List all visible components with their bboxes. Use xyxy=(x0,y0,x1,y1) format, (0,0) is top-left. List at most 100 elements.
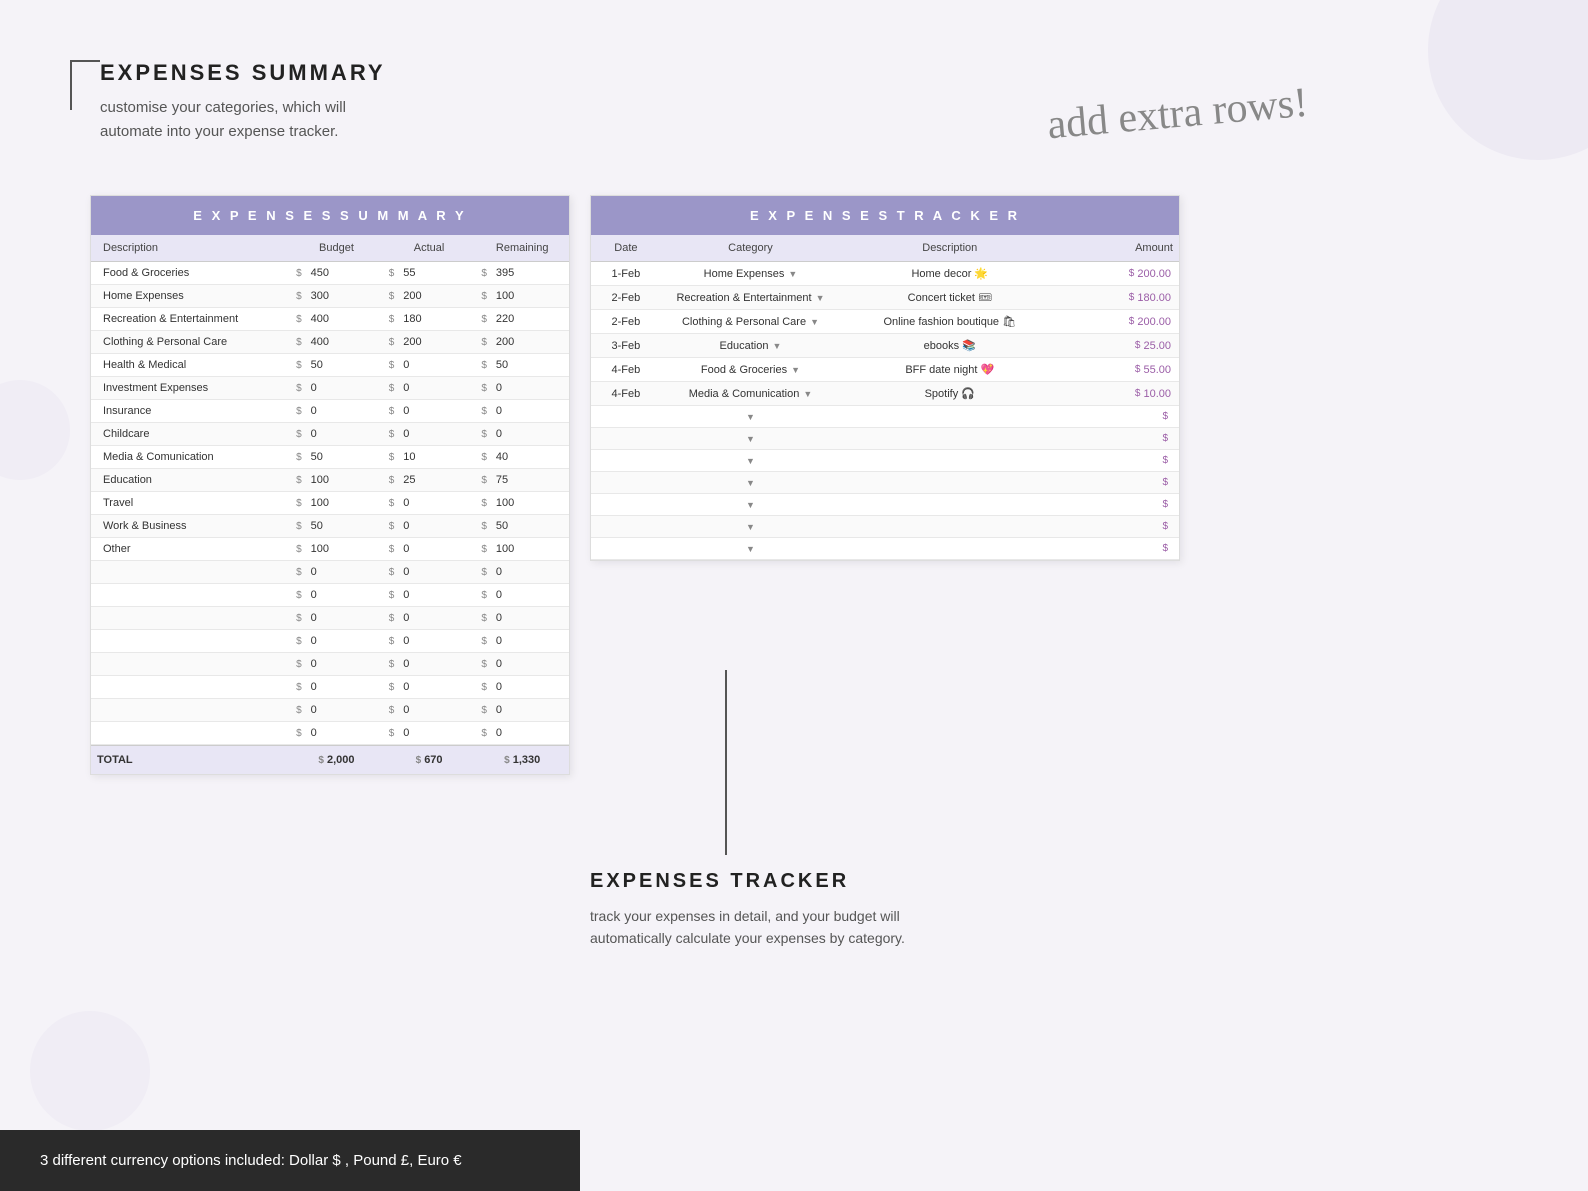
summary-cell-desc xyxy=(91,728,290,738)
table-row: 1-Feb Home Expenses ▼ Home decor 🌟 $ 200… xyxy=(591,262,1179,286)
table-row: Food & Groceries $450 $55 $395 xyxy=(91,262,569,285)
dropdown-arrow[interactable]: ▼ xyxy=(816,293,825,303)
tracker-cell-category: ▼ xyxy=(661,473,840,493)
tracker-cell-date xyxy=(591,434,661,444)
summary-cell-actual: $0 xyxy=(383,607,476,629)
summary-cell-desc: Home Expenses xyxy=(91,285,290,307)
summary-cell-actual: $0 xyxy=(383,538,476,560)
table-row: $0 $0 $0 xyxy=(91,607,569,630)
summary-cell-actual: $0 xyxy=(383,676,476,698)
summary-cell-remaining: $0 xyxy=(475,561,569,583)
dropdown-arrow[interactable]: ▼ xyxy=(810,317,819,327)
summary-cell-desc xyxy=(91,705,290,715)
bottom-bar: 3 different currency options included: D… xyxy=(0,1130,580,1191)
summary-cell-actual: $0 xyxy=(383,423,476,445)
summary-cell-budget: $300 xyxy=(290,285,383,307)
summary-cell-budget: $100 xyxy=(290,492,383,514)
tracker-cell-category: Food & Groceries ▼ xyxy=(661,359,840,381)
summary-cell-budget: $450 xyxy=(290,262,383,284)
summary-cell-remaining: $395 xyxy=(475,262,569,284)
tracker-cell-description: BFF date night 💖 xyxy=(840,358,1059,381)
total-budget: $ 2,000 xyxy=(290,746,383,774)
tracker-cell-amount: $ 55.00 xyxy=(1059,359,1179,381)
tracker-cell-category: ▼ xyxy=(661,451,840,471)
table-row: ▼ $ xyxy=(591,494,1179,516)
summary-cell-budget: $0 xyxy=(290,607,383,629)
page-title: EXPENSES SUMMARY xyxy=(100,60,386,86)
total-row: TOTAL $ 2,000 $ 670 $ 1,330 xyxy=(91,745,569,774)
bg-circle-top-right xyxy=(1428,0,1588,160)
tracker-cell-amount: $ xyxy=(1059,406,1179,427)
summary-cell-budget: $50 xyxy=(290,354,383,376)
tracker-cell-category: Clothing & Personal Care ▼ xyxy=(661,311,840,333)
table-row: $0 $0 $0 xyxy=(91,653,569,676)
table-row: 4-Feb Food & Groceries ▼ BFF date night … xyxy=(591,358,1179,382)
summary-cell-desc: Recreation & Entertainment xyxy=(91,308,290,330)
summary-cell-desc: Education xyxy=(91,469,290,491)
tracker-cell-description xyxy=(840,522,1059,532)
summary-cell-budget: $50 xyxy=(290,515,383,537)
summary-cell-remaining: $0 xyxy=(475,653,569,675)
tracker-cell-date: 2-Feb xyxy=(591,311,661,333)
tracker-cell-description xyxy=(840,500,1059,510)
summary-rows: Food & Groceries $450 $55 $395 Home Expe… xyxy=(91,262,569,745)
dropdown-arrow[interactable]: ▼ xyxy=(788,269,797,279)
tracker-cell-description xyxy=(840,456,1059,466)
summary-cell-remaining: $0 xyxy=(475,584,569,606)
table-row: ▼ $ xyxy=(591,538,1179,560)
summary-cell-budget: $0 xyxy=(290,722,383,744)
table-row: Other $100 $0 $100 xyxy=(91,538,569,561)
summary-cell-remaining: $50 xyxy=(475,515,569,537)
total-actual: $ 670 xyxy=(383,746,476,774)
tracker-cell-date xyxy=(591,456,661,466)
table-row: Media & Comunication $50 $10 $40 xyxy=(91,446,569,469)
tracker-cell-amount: $ xyxy=(1059,428,1179,449)
tracker-rows: 1-Feb Home Expenses ▼ Home decor 🌟 $ 200… xyxy=(591,262,1179,560)
tracker-cell-category: ▼ xyxy=(661,517,840,537)
tracker-cell-amount: $ xyxy=(1059,494,1179,515)
summary-cell-desc xyxy=(91,567,290,577)
dropdown-arrow[interactable]: ▼ xyxy=(803,389,812,399)
tracker-col-header-amount: Amount xyxy=(1059,235,1179,261)
summary-cell-desc: Clothing & Personal Care xyxy=(91,331,290,353)
tracker-cell-date: 4-Feb xyxy=(591,359,661,381)
tracker-cell-description: Home decor 🌟 xyxy=(840,262,1059,285)
tracker-col-header-category: Category xyxy=(661,235,840,261)
tracker-cell-amount: $ xyxy=(1059,450,1179,471)
tracker-cell-amount: $ 200.00 xyxy=(1059,263,1179,285)
col-header-actual: Actual xyxy=(383,235,476,261)
summary-cell-budget: $100 xyxy=(290,538,383,560)
dropdown-arrow[interactable]: ▼ xyxy=(791,365,800,375)
table-row: $0 $0 $0 xyxy=(91,676,569,699)
col-header-budget: Budget xyxy=(290,235,383,261)
summary-cell-remaining: $0 xyxy=(475,400,569,422)
tracker-cell-amount: $ xyxy=(1059,516,1179,537)
tracker-col-headers: Date Category Description Amount xyxy=(591,235,1179,262)
bg-circle-bottom-left xyxy=(30,1011,150,1131)
tracker-cell-amount: $ 180.00 xyxy=(1059,287,1179,309)
table-row: Home Expenses $300 $200 $100 xyxy=(91,285,569,308)
summary-cell-actual: $0 xyxy=(383,584,476,606)
total-remaining: $ 1,330 xyxy=(475,746,569,774)
summary-cell-actual: $0 xyxy=(383,377,476,399)
tracker-cell-description xyxy=(840,412,1059,422)
summary-cell-budget: $0 xyxy=(290,630,383,652)
summary-cell-budget: $0 xyxy=(290,400,383,422)
tracker-cell-category: Home Expenses ▼ xyxy=(661,263,840,285)
table-row: ▼ $ xyxy=(591,428,1179,450)
table-row: 3-Feb Education ▼ ebooks 📚 $ 25.00 xyxy=(591,334,1179,358)
dropdown-arrow[interactable]: ▼ xyxy=(772,341,781,351)
tracker-cell-description xyxy=(840,434,1059,444)
table-row: Recreation & Entertainment $400 $180 $22… xyxy=(91,308,569,331)
total-label: TOTAL xyxy=(91,746,290,774)
summary-cell-desc: Childcare xyxy=(91,423,290,445)
table-row: 4-Feb Media & Comunication ▼ Spotify 🎧 $… xyxy=(591,382,1179,406)
summary-cell-actual: $25 xyxy=(383,469,476,491)
table-row: Education $100 $25 $75 xyxy=(91,469,569,492)
tracker-cell-date xyxy=(591,522,661,532)
summary-cell-remaining: $0 xyxy=(475,607,569,629)
table-row: 2-Feb Recreation & Entertainment ▼ Conce… xyxy=(591,286,1179,310)
header-section: EXPENSES SUMMARY customise your categori… xyxy=(100,60,386,144)
summary-cell-budget: $0 xyxy=(290,423,383,445)
summary-cell-remaining: $50 xyxy=(475,354,569,376)
